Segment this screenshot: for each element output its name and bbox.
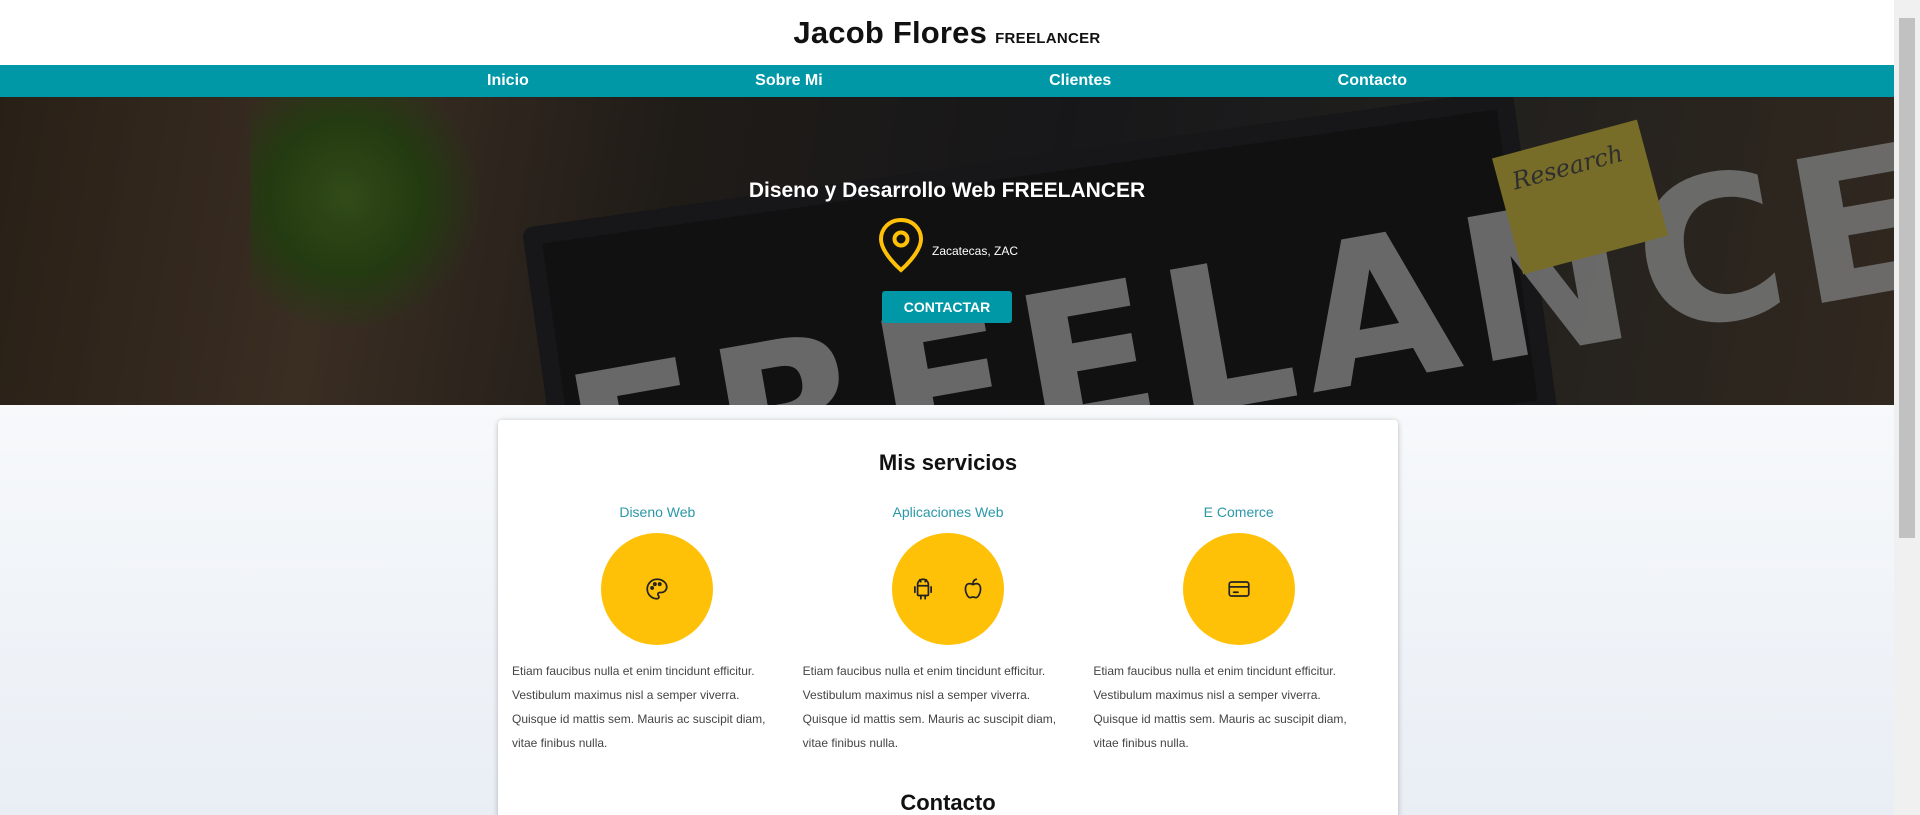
nav-links: Inicio Sobre Mi Clientes Contacto [447,72,1447,90]
hero-location: Zacatecas, ZAC [876,217,1018,273]
service-description: Etiam faucibus nulla et enim tincidunt e… [512,664,766,750]
contact-title: Contacto [900,790,996,815]
nav-link-clientes[interactable]: Clientes [1049,72,1111,90]
page: Jacob Flores FREELANCER Inicio Sobre Mi … [0,0,1894,815]
services-title: Mis servicios [878,450,1018,475]
nav-link-inicio[interactable]: Inicio [487,72,529,90]
palette-icon [646,578,668,600]
credit-card-icon [1228,581,1250,597]
service-description: Etiam faucibus nulla et enim tincidunt e… [802,664,1057,750]
service-title: Diseno Web [619,504,696,520]
service-e-comerce: E Comerce Etiam faucibus nulla et enim t… [1093,504,1384,755]
scrollbar-thumb[interactable] [1899,18,1915,538]
hero-title: Diseno y Desarrollo Web FREELANCER [748,179,1146,202]
apple-icon [964,578,982,599]
service-icon-circle [601,533,714,645]
service-aplicaciones-web: Aplicaciones Web Etiam faucibus nulla et… [803,504,1094,755]
service-icon-circle [1182,533,1295,645]
services-card: Mis servicios Diseno Web Etiam faucibus … [498,420,1398,815]
site-header: Jacob Flores FREELANCER [0,0,1894,65]
service-title: Aplicaciones Web [892,504,1004,520]
main-area: Mis servicios Diseno Web Etiam faucibus … [0,405,1894,815]
service-icon-circle [892,533,1004,645]
location-text: Zacatecas, ZAC [931,244,1019,258]
page-scrollbar[interactable] [1894,0,1920,815]
hero-content: Diseno y Desarrollo Web FREELANCER Zacat… [0,97,1894,405]
hero-section: FREELANCE Research Diseno y Desarrollo W… [0,97,1894,405]
brand-tagline: FREELANCER [995,29,1101,47]
nav-link-contacto[interactable]: Contacto [1338,72,1407,90]
android-icon [914,578,932,600]
service-title: E Comerce [1203,504,1274,520]
main-nav: Inicio Sobre Mi Clientes Contacto [0,65,1894,97]
brand[interactable]: Jacob Flores FREELANCER [793,15,1100,51]
contactar-button[interactable]: CONTACTAR [881,291,1013,323]
services-grid: Diseno Web Etiam faucibus nulla et enim … [498,504,1398,755]
service-diseno-web: Diseno Web Etiam faucibus nulla et enim … [512,504,803,755]
location-pin-icon [878,217,923,273]
service-description: Etiam faucibus nulla et enim tincidunt e… [1093,664,1347,750]
nav-link-sobre-mi[interactable]: Sobre Mi [755,72,823,90]
brand-name: Jacob Flores [793,14,988,50]
